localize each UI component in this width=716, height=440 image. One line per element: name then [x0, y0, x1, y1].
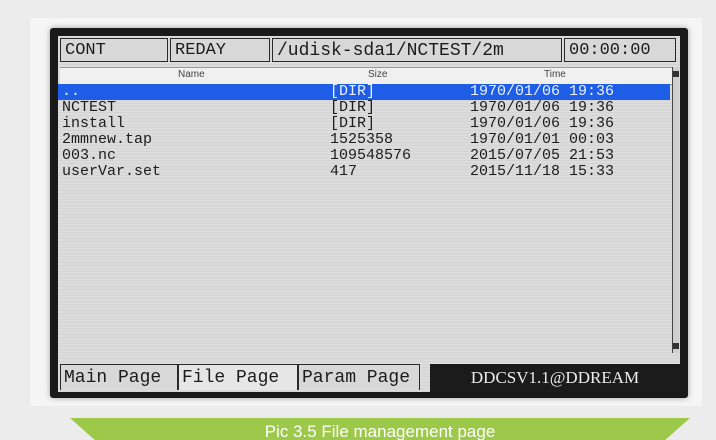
- file-size: 417: [330, 163, 358, 180]
- file-name: 2mmnew.tap: [62, 131, 153, 148]
- tab-param-page[interactable]: Param Page: [298, 364, 420, 390]
- file-name: NCTEST: [62, 99, 117, 116]
- file-row[interactable]: NCTEST [DIR] 1970/01/06 19:36: [58, 100, 670, 116]
- file-name: userVar.set: [62, 163, 162, 180]
- firmware-brand: DDCSV1.1@DDREAM: [430, 364, 680, 392]
- column-header-size[interactable]: Size: [368, 69, 387, 80]
- file-size: [DIR]: [330, 115, 376, 132]
- file-name: ..: [62, 83, 81, 100]
- page-tabs: Main Page File Page Param Page DDCSV1.1@…: [58, 358, 680, 392]
- tab-file-page[interactable]: File Page: [178, 364, 298, 390]
- current-path: /udisk-sda1/NCTEST/2m: [272, 38, 562, 62]
- file-row[interactable]: 2mmnew.tap 1525358 1970/01/01 00:03: [58, 132, 670, 148]
- file-row[interactable]: 003.nc 109548576 2015/07/05 21:53: [58, 148, 670, 164]
- clock-display: 00:00:00: [564, 38, 676, 62]
- file-name: install: [62, 115, 126, 132]
- file-time: 1970/01/01 00:03: [470, 131, 615, 148]
- scroll-down-marker: [673, 343, 679, 349]
- file-time: 1970/01/06 19:36: [470, 83, 615, 100]
- file-size: 109548576: [330, 147, 412, 164]
- controller-screen: CONT REDAY /udisk-sda1/NCTEST/2m 00:00:0…: [58, 36, 680, 392]
- file-time: 2015/11/18 15:33: [470, 163, 615, 180]
- tab-main-page[interactable]: Main Page: [60, 364, 178, 390]
- file-time: 1970/01/06 19:36: [470, 115, 615, 132]
- file-size: [DIR]: [330, 83, 376, 100]
- file-row[interactable]: userVar.set 417 2015/11/18 15:33: [58, 164, 670, 180]
- file-time: 2015/07/05 21:53: [470, 147, 615, 164]
- file-row[interactable]: .. [DIR] 1970/01/06 19:36: [58, 84, 670, 100]
- figure-caption: Pic 3.5 File management page: [70, 418, 690, 440]
- mode-indicator: CONT: [60, 38, 168, 62]
- state-indicator: REDAY: [170, 38, 270, 62]
- file-size: 1525358: [330, 131, 394, 148]
- column-header-name[interactable]: Name: [178, 69, 205, 80]
- scroll-up-marker: [673, 71, 679, 77]
- column-header-time[interactable]: Time: [544, 69, 566, 80]
- file-size: [DIR]: [330, 99, 376, 116]
- status-bar: CONT REDAY /udisk-sda1/NCTEST/2m 00:00:0…: [58, 36, 680, 66]
- file-row[interactable]: install [DIR] 1970/01/06 19:36: [58, 116, 670, 132]
- file-list: .. [DIR] 1970/01/06 19:36 NCTEST [DIR] 1970/0…: [58, 84, 670, 180]
- file-time: 1970/01/06 19:36: [470, 99, 615, 116]
- file-list-scrollbar[interactable]: [672, 67, 679, 353]
- file-name: 003.nc: [62, 147, 117, 164]
